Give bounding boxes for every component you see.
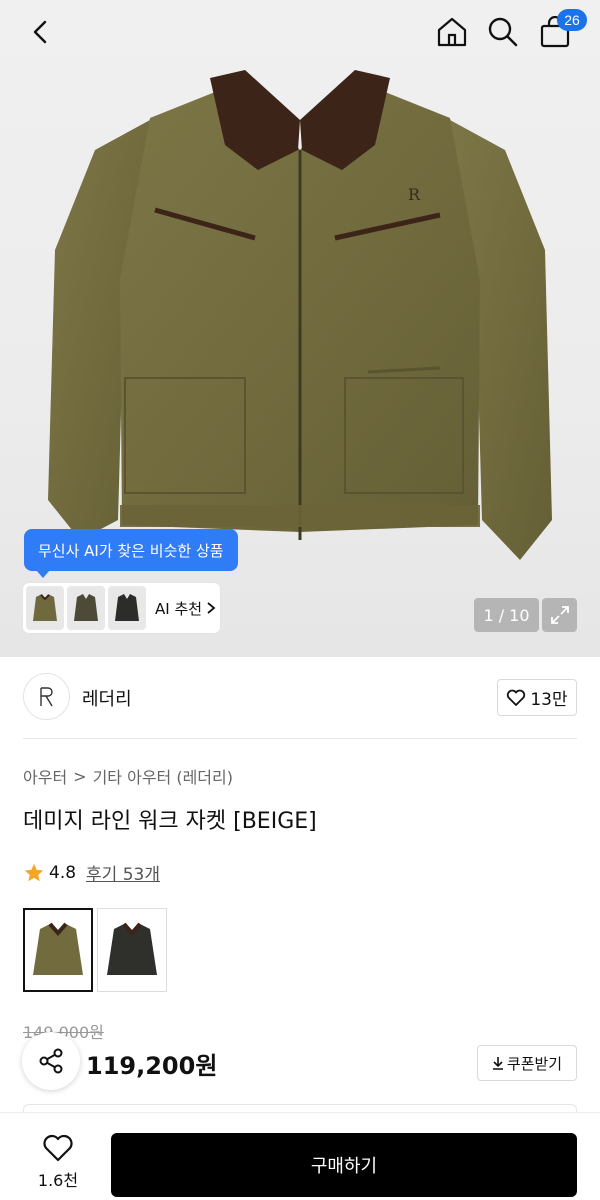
ai-thumb-1[interactable] [26, 586, 64, 630]
brand-row: 레더리 13만 [0, 657, 600, 739]
rating-value: 4.8 [49, 862, 77, 883]
jacket-thumb-icon [74, 594, 98, 621]
coupon-label: 쿠폰받기 [506, 1054, 563, 1073]
sale-price: 119,200원 [86, 1052, 218, 1080]
breadcrumb-outer[interactable]: 아우터 [23, 764, 67, 788]
home-icon [437, 17, 467, 47]
image-counter: 1 / 10 [474, 598, 539, 632]
jacket-thumb-icon [33, 594, 57, 621]
share-button[interactable] [22, 1032, 80, 1090]
review-count-link[interactable]: 후기 53개 [86, 860, 160, 885]
expand-icon [550, 606, 569, 624]
cart-count-badge: 26 [557, 9, 587, 31]
brand-logo[interactable] [23, 673, 70, 720]
breadcrumb: 아우터 > 기타 아우터 (레더리) [23, 764, 233, 788]
search-icon [488, 17, 518, 47]
product-title: 데미지 라인 워크 자켓 [BEIGE] [23, 809, 317, 834]
divider [23, 738, 577, 739]
rating-row: 4.8 후기 53개 [23, 860, 160, 885]
brand-like-button[interactable]: 13만 [497, 679, 577, 716]
fullscreen-button[interactable] [542, 598, 577, 632]
wishlist-button[interactable]: 1.6천 [22, 1133, 94, 1197]
color-variants [23, 908, 167, 992]
ai-similar-tooltip[interactable]: 무신사 AI가 찾은 비슷한 상품 [24, 529, 238, 578]
chevron-right-icon [207, 602, 216, 614]
back-button[interactable] [18, 10, 62, 54]
brand-like-count: 13만 [530, 690, 568, 710]
heart-icon [43, 1134, 73, 1162]
jacket-variant-icon [107, 922, 157, 975]
cart-button[interactable]: 26 [533, 9, 587, 54]
star-icon [24, 863, 44, 881]
ai-thumb-2[interactable] [67, 586, 105, 630]
wishlist-count: 1.6천 [37, 1171, 79, 1190]
product-gallery[interactable]: R 26 무신사 AI가 찾은 비슷한 상품 AI 추천 1 / 10 [0, 0, 600, 657]
ai-thumb-3[interactable] [108, 586, 146, 630]
breadcrumb-other-outer[interactable]: 기타 아우터 (레더리) [93, 764, 233, 788]
chevron-left-icon [33, 20, 47, 44]
ai-recommend-strip[interactable]: AI 추천 [23, 583, 220, 633]
top-bar: 26 [0, 0, 600, 64]
bottom-action-bar: 1.6천 구매하기 [0, 1112, 600, 1200]
jacket-variant-icon [33, 922, 83, 975]
heart-icon [507, 689, 526, 706]
variant-beige[interactable] [23, 908, 93, 992]
ai-recommend-link[interactable]: AI 추천 [155, 598, 216, 619]
search-button[interactable] [481, 10, 525, 54]
jacket-thumb-icon [115, 594, 139, 621]
ai-recommend-label: AI 추천 [155, 599, 203, 618]
buy-button[interactable]: 구매하기 [111, 1133, 577, 1197]
brand-embroidery: R [408, 185, 421, 204]
variant-black[interactable] [97, 908, 167, 992]
brand-logo-icon [39, 686, 53, 706]
brand-name[interactable]: 레더리 [82, 685, 132, 711]
share-icon [39, 1048, 63, 1074]
coupon-button[interactable]: 쿠폰받기 [477, 1045, 577, 1081]
home-button[interactable] [430, 10, 474, 54]
breadcrumb-separator: > [73, 766, 87, 786]
download-icon [492, 1057, 503, 1070]
